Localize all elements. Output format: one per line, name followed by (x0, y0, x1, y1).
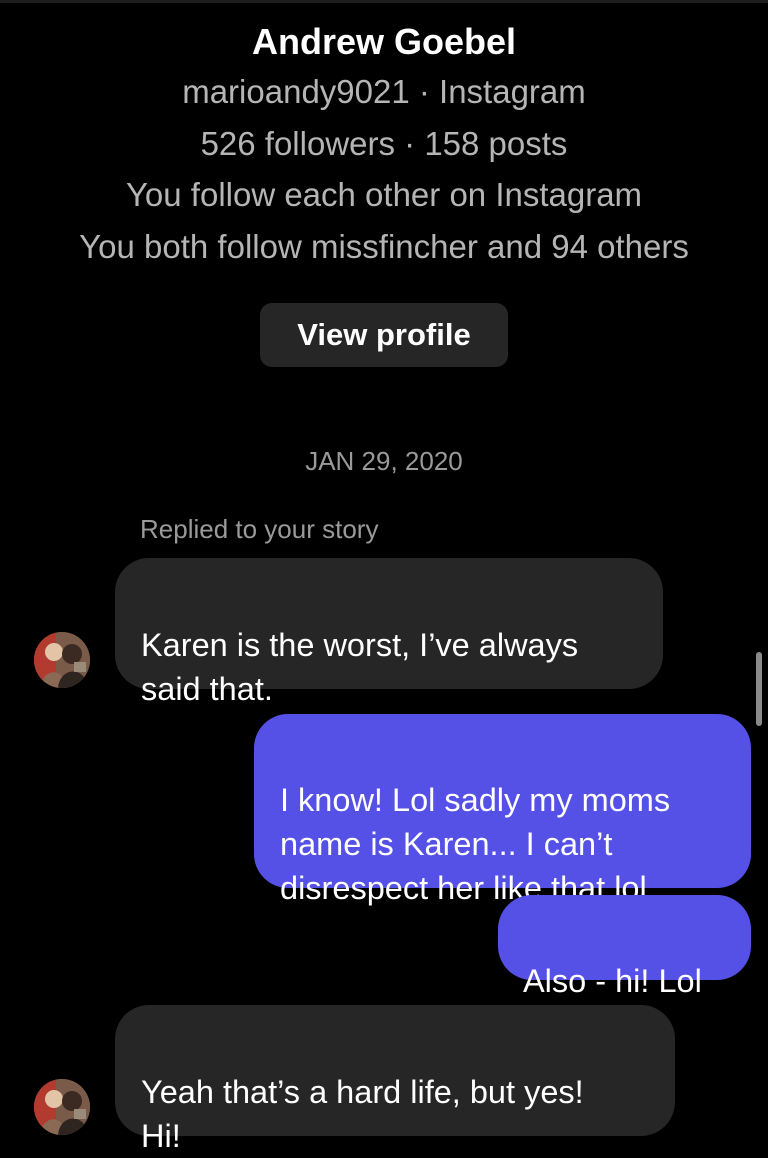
profile-header: Andrew Goebel marioandy9021 · Instagram … (0, 18, 768, 272)
view-profile-button[interactable]: View profile (260, 303, 508, 367)
message-text: I know! Lol sadly my moms name is Karen.… (280, 782, 671, 906)
follow-status: You follow each other on Instagram (125, 176, 643, 213)
message-text: Also - hi! Lol (523, 963, 702, 999)
profile-name[interactable]: Andrew Goebel (0, 18, 768, 66)
message-bubble-outgoing[interactable]: I know! Lol sadly my moms name is Karen.… (254, 714, 751, 906)
avatar[interactable] (34, 632, 90, 688)
message-bubble-outgoing[interactable]: Also - hi! Lol (498, 895, 751, 999)
avatar-photo-icon (34, 1079, 90, 1135)
message-text: Karen is the worst, I’ve always said tha… (141, 627, 579, 707)
story-reply-label: Replied to your story (140, 514, 379, 544)
scrollbar[interactable] (756, 652, 762, 726)
profile-username: marioandy9021 · Instagram (182, 73, 586, 110)
profile-stats: 526 followers · 158 posts (200, 124, 568, 162)
message-bubble-incoming[interactable]: Karen is the worst, I’ve always said tha… (115, 558, 663, 707)
avatar-photo-icon (34, 632, 90, 688)
message-text: Yeah that’s a hard life, but yes! Hi! (141, 1074, 584, 1154)
date-separator: JAN 29, 2020 (305, 446, 463, 476)
avatar[interactable] (34, 1079, 90, 1135)
mutual-follow: You both follow missfincher and 94 other… (79, 227, 689, 265)
message-bubble-incoming[interactable]: Yeah that’s a hard life, but yes! Hi! (115, 1005, 675, 1154)
status-bar-edge (0, 0, 768, 3)
